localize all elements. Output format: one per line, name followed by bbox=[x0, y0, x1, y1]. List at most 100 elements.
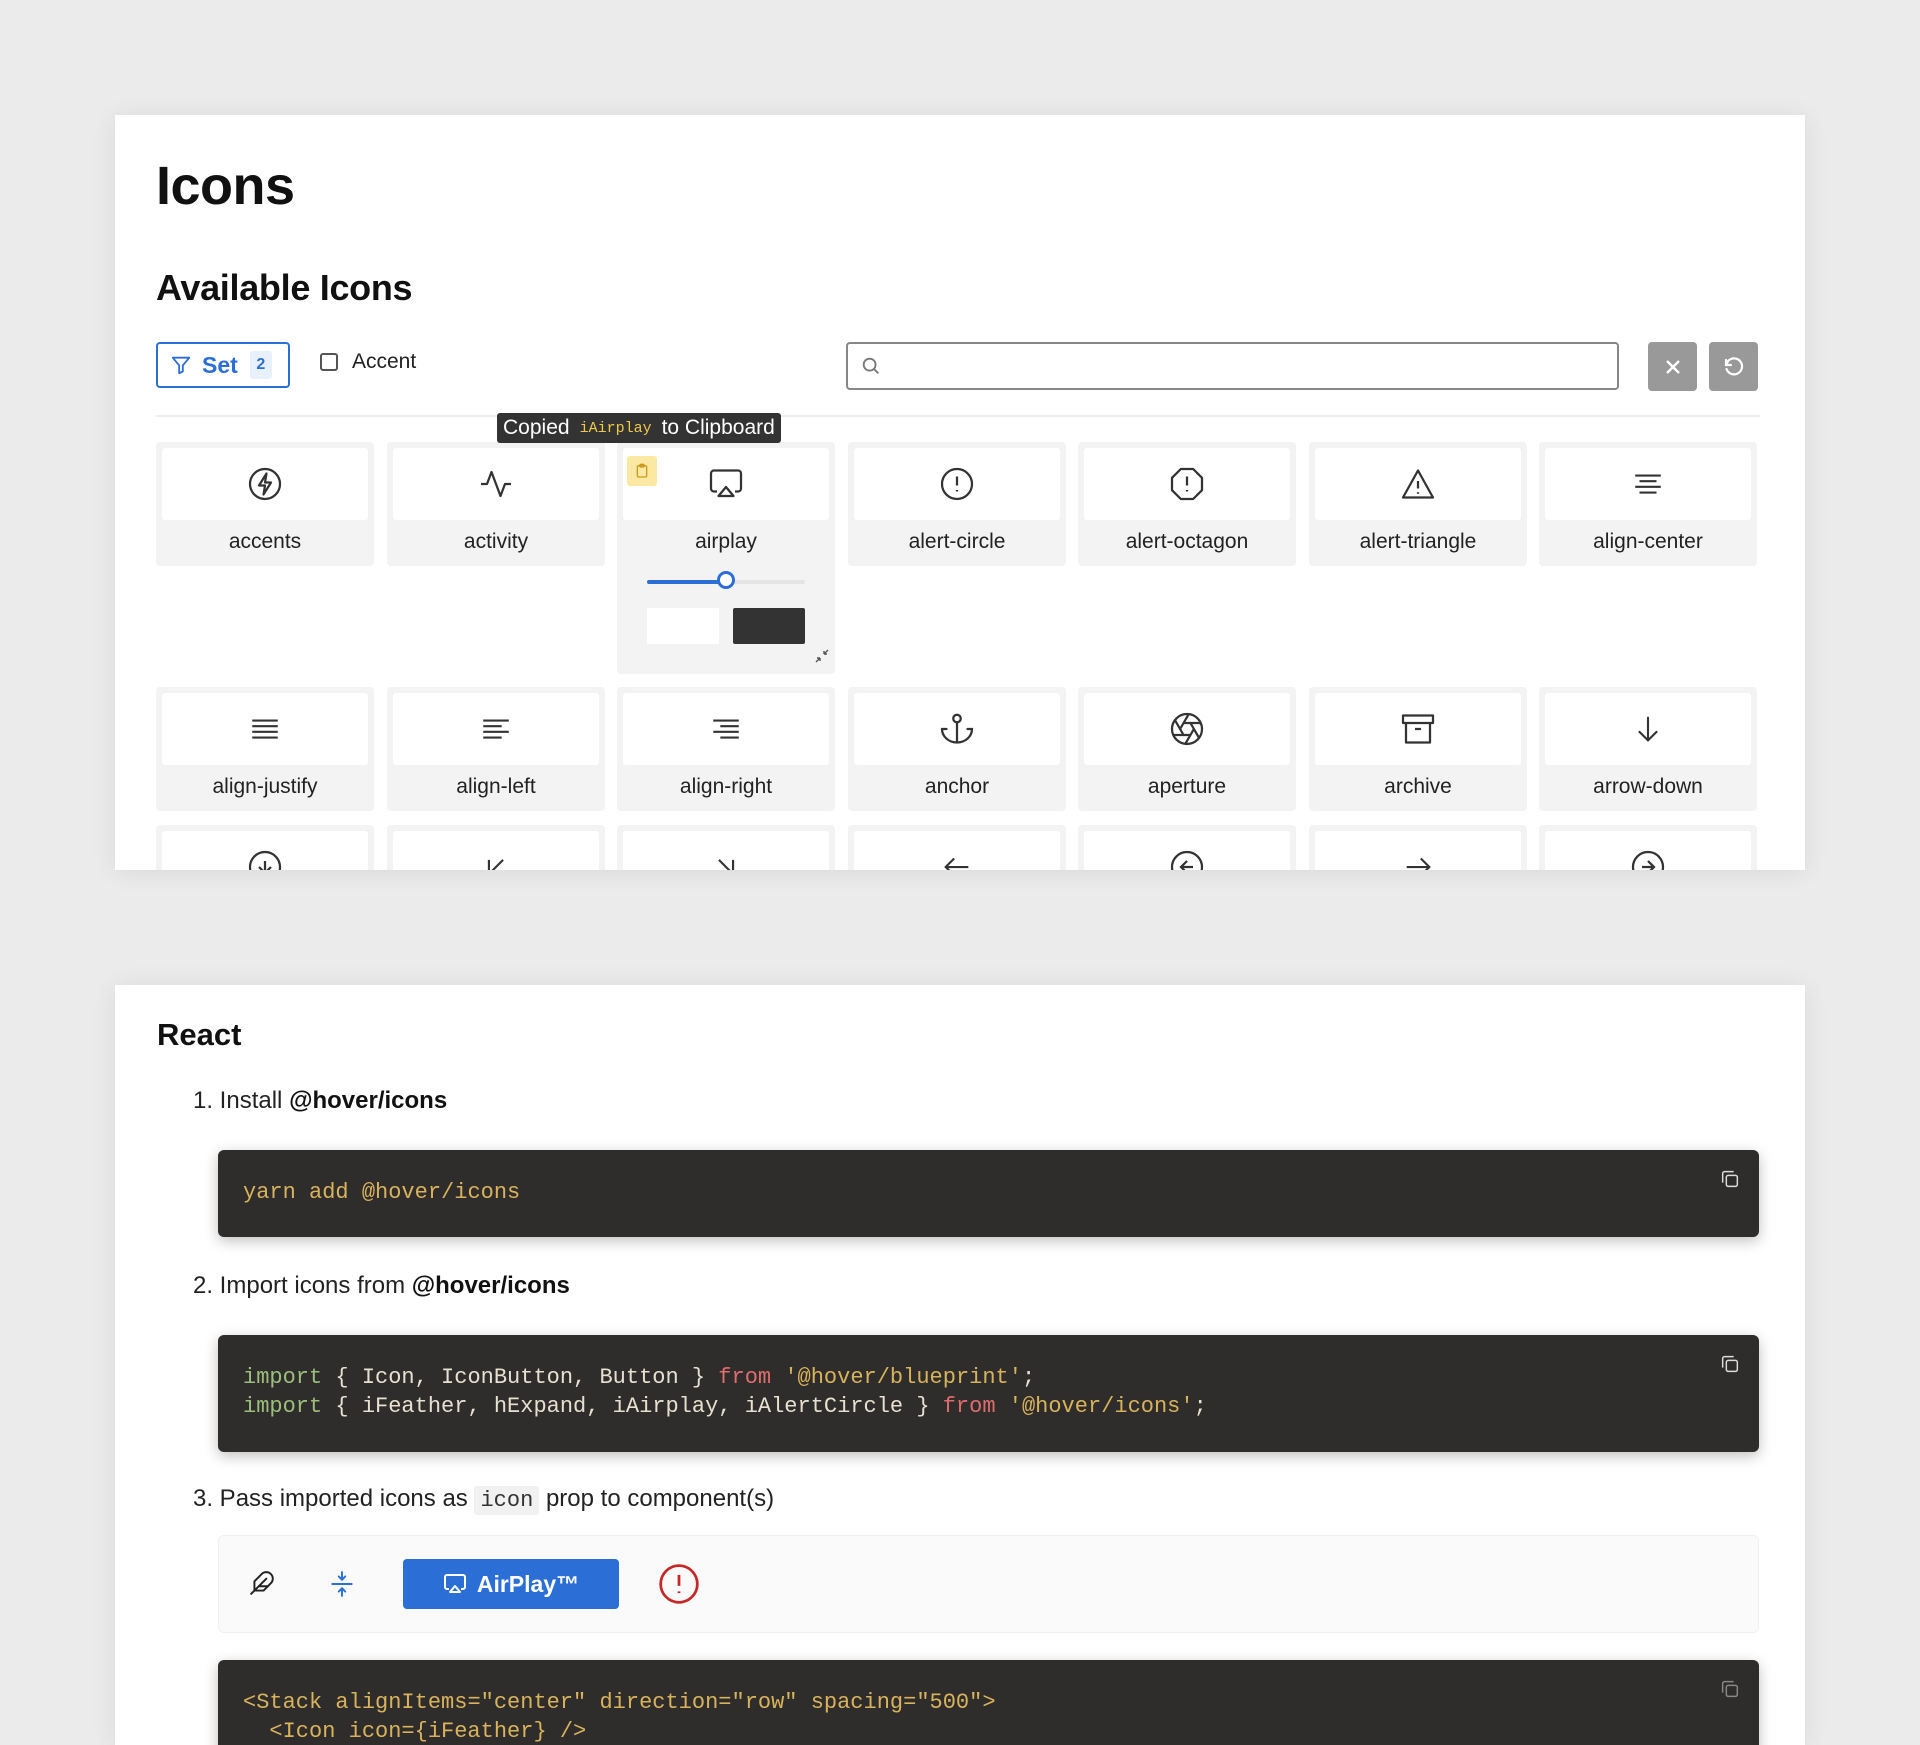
icon-label: align-center bbox=[1593, 530, 1703, 553]
react-heading: React bbox=[157, 1017, 242, 1052]
stack-code-block: <Stack alignItems="center" direction="ro… bbox=[218, 1660, 1759, 1745]
dark-swatch[interactable] bbox=[733, 608, 805, 644]
code-line: <Icon icon={iFeather} /> bbox=[243, 1719, 587, 1744]
icon-tile-accents[interactable]: accents bbox=[156, 442, 374, 566]
code-names: { iFeather, hExpand, iAirplay, iAlertCir… bbox=[335, 1394, 930, 1419]
code-from: from bbox=[718, 1365, 772, 1390]
icon-tile-arrow-down[interactable]: arrow-down bbox=[1539, 687, 1757, 811]
search-icon bbox=[862, 357, 879, 374]
arrow-right-circle-icon bbox=[1631, 850, 1665, 870]
set-filter-button[interactable]: Set 2 bbox=[156, 342, 290, 388]
close-icon bbox=[1665, 359, 1680, 374]
alert-circle-icon bbox=[657, 1562, 701, 1611]
align-center-icon bbox=[1635, 474, 1661, 494]
copy-icon[interactable] bbox=[1719, 1168, 1741, 1199]
step-2-text: 2. Import icons from bbox=[193, 1272, 406, 1299]
icon-label: align-right bbox=[679, 775, 773, 798]
icon-tile-airplay[interactable]: airplay bbox=[617, 442, 835, 674]
icon-tile-alert-circle[interactable]: alert-circle bbox=[848, 442, 1066, 566]
alert-circle-icon bbox=[940, 467, 974, 501]
icon-label: align-justify bbox=[212, 775, 318, 798]
copy-icon[interactable] bbox=[1719, 1678, 1741, 1709]
alert-triangle-icon bbox=[1401, 469, 1435, 499]
code-attrs: alignItems="center" direction="row" spac… bbox=[322, 1690, 996, 1715]
icon-tile-alert-octagon[interactable]: alert-octagon bbox=[1078, 442, 1296, 566]
icon-tile-arrow-down-circle[interactable] bbox=[156, 825, 374, 870]
icon-label: airplay bbox=[695, 530, 757, 553]
icon-tile-arrow-down-left[interactable] bbox=[387, 825, 605, 870]
tooltip-prefix: Copied bbox=[503, 416, 570, 439]
code-semicolon: ; bbox=[1021, 1365, 1036, 1390]
aperture-icon bbox=[1170, 712, 1204, 746]
expand-icon[interactable] bbox=[329, 1570, 355, 1603]
light-swatch[interactable] bbox=[647, 608, 719, 644]
align-justify-icon bbox=[252, 719, 278, 739]
set-count-badge: 2 bbox=[249, 351, 272, 379]
activity-icon bbox=[481, 470, 511, 498]
step-2: 2. Import icons from @hover/icons bbox=[193, 1272, 570, 1300]
icon-tile-align-right[interactable]: align-right bbox=[617, 687, 835, 811]
reset-button[interactable] bbox=[1709, 342, 1758, 391]
accent-checkbox[interactable] bbox=[320, 353, 338, 371]
icon-tile-archive[interactable]: archive bbox=[1309, 687, 1527, 811]
search-box[interactable] bbox=[846, 342, 1619, 390]
icon-label: alert-octagon bbox=[1125, 530, 1249, 553]
react-panel: React 1. Install @hover/icons yarn add @… bbox=[115, 985, 1805, 1745]
airplay-icon bbox=[443, 1574, 466, 1593]
icon-tile-activity[interactable]: activity bbox=[387, 442, 605, 566]
collapse-icon[interactable] bbox=[815, 649, 829, 668]
code-keyword: import bbox=[243, 1394, 323, 1419]
arrow-right-icon bbox=[1406, 857, 1431, 870]
icon-label: alert-circle bbox=[908, 530, 1006, 553]
slider-thumb[interactable] bbox=[717, 571, 735, 589]
align-left-icon bbox=[483, 719, 509, 739]
arrow-down-right-icon bbox=[718, 859, 735, 870]
code-cmd: yarn bbox=[243, 1180, 296, 1205]
airplay-button[interactable]: AirPlay™ bbox=[403, 1559, 619, 1609]
airplay-icon bbox=[709, 469, 743, 498]
icon-label: accents bbox=[228, 530, 302, 553]
step-3-code: icon bbox=[474, 1486, 540, 1515]
step-1: 1. Install @hover/icons bbox=[193, 1087, 447, 1115]
code-sub: add bbox=[309, 1180, 349, 1205]
size-slider[interactable] bbox=[647, 571, 805, 589]
icon-tile-arrow-left-circle[interactable] bbox=[1078, 825, 1296, 870]
step-3: 3. Pass imported icons as icon prop to c… bbox=[193, 1485, 774, 1515]
alert-octagon-icon bbox=[1170, 467, 1204, 501]
tooltip-suffix: to Clipboard bbox=[661, 416, 775, 439]
accent-toggle[interactable]: Accent bbox=[320, 350, 416, 374]
icon-tile-aperture[interactable]: aperture bbox=[1078, 687, 1296, 811]
icon-tile-alert-triangle[interactable]: alert-triangle bbox=[1309, 442, 1527, 566]
icon-label: activity bbox=[463, 530, 529, 553]
code-pkg: @hover/icons bbox=[361, 1180, 521, 1205]
search-input[interactable] bbox=[890, 345, 1617, 387]
zap-circle-icon bbox=[248, 467, 282, 501]
icons-panel: Icons Available Icons Set 2 Accent accen… bbox=[115, 115, 1805, 870]
archive-icon bbox=[1401, 714, 1435, 744]
icon-tile-arrow-left[interactable] bbox=[848, 825, 1066, 870]
icon-label: alert-triangle bbox=[1359, 530, 1477, 553]
align-right-icon bbox=[713, 719, 739, 739]
step-1-package: @hover/icons bbox=[289, 1087, 448, 1114]
code-source: '@hover/blueprint' bbox=[784, 1365, 1022, 1390]
arrow-down-icon bbox=[1638, 716, 1658, 742]
tooltip-code: iAirplay bbox=[579, 419, 652, 437]
icon-tile-align-justify[interactable]: align-justify bbox=[156, 687, 374, 811]
code-source: '@hover/icons' bbox=[1008, 1394, 1194, 1419]
filter-icon bbox=[171, 356, 191, 375]
section-title: Available Icons bbox=[156, 267, 413, 308]
icon-tile-anchor[interactable]: anchor bbox=[848, 687, 1066, 811]
airplay-button-label: AirPlay™ bbox=[476, 1570, 580, 1597]
icon-tile-arrow-right[interactable] bbox=[1309, 825, 1527, 870]
clipboard-badge[interactable] bbox=[627, 456, 657, 486]
step-2-package: @hover/icons bbox=[411, 1272, 570, 1299]
feather-icon bbox=[249, 1570, 275, 1601]
icon-tile-align-center[interactable]: align-center bbox=[1539, 442, 1757, 566]
icon-tile-align-left[interactable]: align-left bbox=[387, 687, 605, 811]
icon-tile-arrow-right-circle[interactable] bbox=[1539, 825, 1757, 870]
icon-tile-arrow-down-right[interactable] bbox=[617, 825, 835, 870]
arrow-left-circle-icon bbox=[1170, 850, 1204, 870]
arrow-down-circle-icon bbox=[248, 850, 282, 870]
copy-icon[interactable] bbox=[1719, 1353, 1741, 1384]
clear-search-button[interactable] bbox=[1648, 342, 1697, 391]
